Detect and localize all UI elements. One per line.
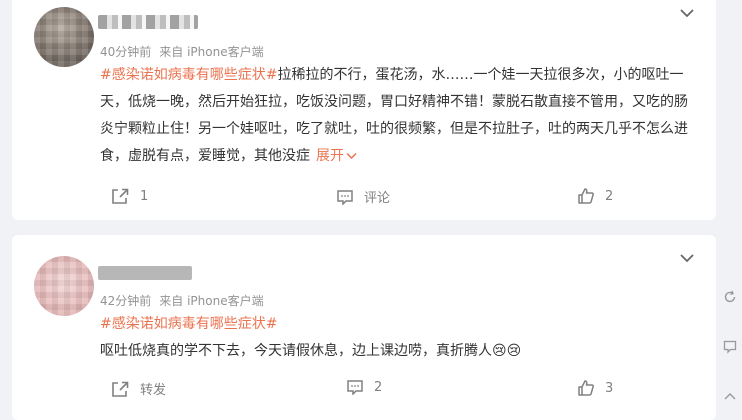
avatar[interactable]: [34, 7, 94, 67]
comment-icon: [337, 189, 353, 205]
like-icon: [578, 380, 594, 396]
chevron-down-icon[interactable]: [680, 8, 694, 18]
like-count: 3: [605, 380, 614, 396]
share-icon: [112, 381, 129, 397]
share-button[interactable]: 转发: [110, 379, 166, 398]
crying-emoji-icon: 😢😢: [492, 343, 522, 359]
share-label: 1: [140, 188, 149, 204]
chevron-down-icon[interactable]: [680, 253, 694, 263]
comment-source: 来自 iPhone客户端: [159, 45, 264, 59]
comment-button[interactable]: 2: [346, 379, 382, 395]
like-button[interactable]: 3: [577, 379, 613, 397]
comment-time: 42分钟前: [100, 294, 152, 308]
refresh-icon[interactable]: [723, 290, 737, 304]
comment-meta: 42分钟前 来自 iPhone客户端: [100, 292, 264, 309]
like-icon: [578, 188, 594, 204]
username-blurred[interactable]: [98, 15, 198, 29]
avatar[interactable]: [34, 256, 94, 316]
comment-side-icon[interactable]: [723, 340, 737, 354]
hashtag-link[interactable]: #感染诺如病毒有哪些症状#: [100, 316, 277, 332]
comment-time: 40分钟前: [100, 45, 152, 59]
share-icon: [112, 188, 129, 204]
comment-label: 评论: [364, 191, 391, 206]
username-blurred[interactable]: [98, 266, 192, 280]
expand-button[interactable]: 展开: [316, 148, 357, 164]
share-label: 转发: [140, 383, 167, 398]
chevron-down-icon: [346, 152, 357, 160]
action-bar: 1 评论 2: [12, 187, 716, 211]
comment-text: #感染诺如病毒有哪些症状#拉稀拉的不行，蛋花汤，水……一个娃一天拉很多次，小的呕…: [100, 62, 700, 170]
comment-button[interactable]: 评论: [336, 187, 390, 206]
like-count: 2: [605, 188, 614, 204]
hashtag-link[interactable]: #感染诺如病毒有哪些症状#: [100, 67, 277, 83]
comment-count: 2: [374, 379, 383, 395]
comment-text: #感染诺如病毒有哪些症状# 呕吐低烧真的学不下去，今天请假休息，边上课边唠，真折…: [100, 311, 700, 365]
share-button[interactable]: 1: [110, 187, 148, 205]
comment-card-2: 42分钟前 来自 iPhone客户端 #感染诺如病毒有哪些症状# 呕吐低烧真的学不…: [12, 235, 716, 420]
comment-source: 来自 iPhone客户端: [159, 294, 264, 308]
comment-icon: [347, 380, 363, 395]
action-bar: 转发 2 3: [12, 379, 716, 403]
comment-card-1: 40分钟前 来自 iPhone客户端 #感染诺如病毒有哪些症状#拉稀拉的不行，蛋花…: [12, 0, 716, 220]
like-button[interactable]: 2: [577, 187, 613, 205]
top-icon[interactable]: [723, 390, 737, 404]
comment-body: 呕吐低烧真的学不下去，今天请假休息，边上课边唠，真折腾人: [100, 343, 492, 359]
comment-meta: 40分钟前 来自 iPhone客户端: [100, 43, 264, 60]
